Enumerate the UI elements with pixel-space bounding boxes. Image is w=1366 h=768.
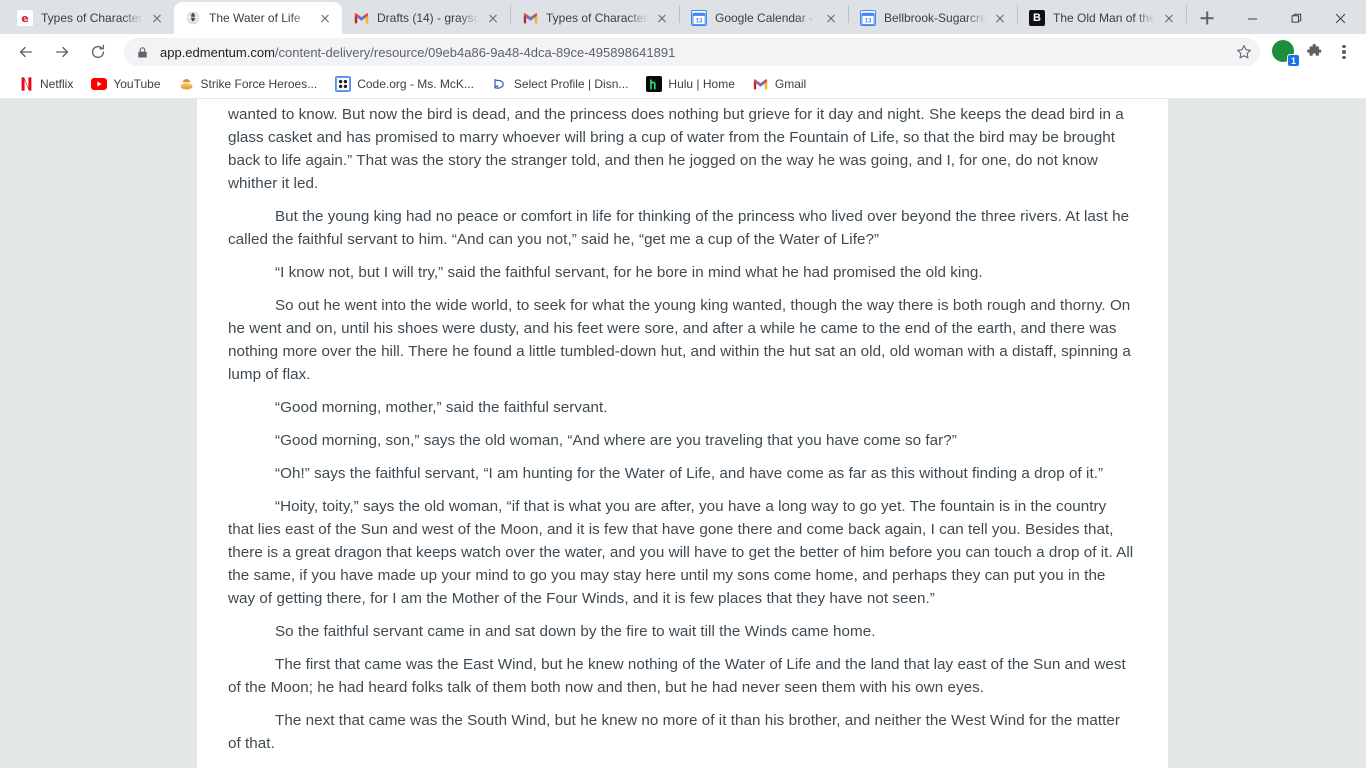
forward-arrow-icon[interactable]: [48, 38, 76, 66]
code-org-icon: [335, 76, 352, 92]
tab-title: Types of Character: [41, 11, 143, 25]
lock-icon: [136, 46, 152, 59]
back-arrow-icon[interactable]: [12, 38, 40, 66]
paragraph: But the young king had no peace or comfo…: [228, 208, 1130, 248]
bookmark-label: Netflix: [40, 77, 74, 91]
browser-tab[interactable]: Types of Character: [511, 2, 679, 34]
tab-close-icon[interactable]: [1161, 10, 1177, 26]
bookmark-label: YouTube: [113, 77, 161, 91]
paragraph: “Oh!” says the faithful servant, “I am h…: [275, 465, 1104, 482]
tab-title: Google Calendar - W: [715, 11, 817, 25]
bookmark-code-org[interactable]: Code.org - Ms. McK...: [327, 72, 482, 96]
svg-text:13: 13: [865, 17, 872, 24]
tab-separator: [1186, 4, 1187, 23]
paragraph: So the faithful servant came in and sat …: [275, 623, 876, 640]
tab-title: Bellbrook-Sugarcre: [884, 11, 986, 25]
bookmark-netflix[interactable]: Netflix: [10, 72, 81, 96]
paragraph: “Good morning, son,” says the old woman,…: [275, 432, 957, 449]
new-tab-button[interactable]: [1193, 4, 1221, 32]
minimize-icon[interactable]: [1230, 3, 1274, 33]
reload-icon[interactable]: [84, 38, 112, 66]
story-text: wanted to know. But now the bird is dead…: [197, 99, 1168, 755]
hulu-icon: [646, 76, 663, 92]
edmentum-e-icon: e: [17, 10, 33, 26]
profile-badge: 1: [1287, 54, 1300, 67]
url-host: app.edmentum.com: [160, 44, 275, 60]
bookmark-label: Code.org - Ms. McK...: [357, 77, 474, 91]
paragraph: The next that came was the South Wind, b…: [228, 712, 1120, 752]
svg-text:13: 13: [696, 17, 703, 24]
reading-content-card: wanted to know. But now the bird is dead…: [197, 99, 1168, 768]
tab-close-icon[interactable]: [317, 10, 333, 26]
puzzle-piece-icon[interactable]: [1300, 38, 1328, 66]
bookmarks-bar: Netflix YouTube Strike Force Heroes... C…: [0, 70, 1366, 99]
browser-tab[interactable]: 13 Google Calendar - W: [680, 2, 848, 34]
url-text: app.edmentum.com/content-delivery/resour…: [160, 45, 1226, 60]
bookmark-gmail[interactable]: Gmail: [745, 72, 814, 96]
bookmark-label: Select Profile | Disn...: [513, 77, 629, 91]
tab-title: The Old Man of the: [1053, 11, 1155, 25]
profile-avatar[interactable]: 1: [1272, 39, 1300, 67]
tab-close-icon[interactable]: [149, 10, 165, 26]
bookmark-hulu[interactable]: Hulu | Home: [638, 72, 742, 96]
bookmark-strike-force-heroes[interactable]: Strike Force Heroes...: [171, 72, 326, 96]
address-bar[interactable]: app.edmentum.com/content-delivery/resour…: [124, 38, 1260, 66]
browser-tab[interactable]: Drafts (14) - graysc: [342, 2, 510, 34]
url-path: /content-delivery/resource/09eb4a86-9a48…: [274, 44, 676, 60]
paragraph: “I know not, but I will try,” said the f…: [275, 264, 983, 281]
browser-tab-active[interactable]: The Water of Life: [174, 2, 342, 34]
disney-plus-icon: [492, 76, 508, 92]
star-icon[interactable]: [1234, 44, 1254, 60]
bookmark-label: Hulu | Home: [668, 77, 735, 91]
three-dot-menu-icon[interactable]: [1330, 38, 1358, 66]
bookmark-disney-plus[interactable]: Select Profile | Disn...: [484, 72, 637, 96]
close-icon[interactable]: [1318, 3, 1362, 33]
window-controls: [1230, 2, 1366, 34]
bookmark-youtube[interactable]: YouTube: [83, 72, 168, 96]
tab-close-icon[interactable]: [992, 10, 1008, 26]
youtube-icon: [91, 76, 108, 92]
tab-close-icon[interactable]: [823, 10, 839, 26]
tab-close-icon[interactable]: [654, 10, 670, 26]
browser-toolbar: app.edmentum.com/content-delivery/resour…: [0, 34, 1366, 70]
page-viewport: wanted to know. But now the bird is dead…: [0, 99, 1366, 768]
globe-icon: [185, 10, 201, 26]
gmail-icon: [753, 76, 769, 92]
netflix-icon: [18, 76, 34, 92]
strike-force-heroes-icon: [179, 76, 195, 92]
restore-icon[interactable]: [1274, 3, 1318, 33]
blackboard-b-icon: B: [1029, 10, 1045, 26]
tab-strip: e Types of Character The Water of Life D…: [0, 0, 1366, 34]
google-calendar-icon: 13: [691, 10, 707, 26]
gmail-icon: [353, 10, 369, 26]
browser-tab[interactable]: 13 Bellbrook-Sugarcre: [849, 2, 1017, 34]
tab-title: Drafts (14) - graysc: [377, 11, 479, 25]
bookmark-label: Strike Force Heroes...: [200, 77, 318, 91]
paragraph: So out he went into the wide world, to s…: [228, 297, 1131, 383]
tab-close-icon[interactable]: [485, 10, 501, 26]
browser-tab[interactable]: e Types of Character: [6, 2, 174, 34]
tab-title: The Water of Life: [209, 11, 301, 25]
paragraph: “Good morning, mother,” said the faithfu…: [275, 399, 608, 416]
paragraph: The first that came was the East Wind, b…: [228, 656, 1126, 696]
google-calendar-icon: 13: [860, 10, 876, 26]
tab-title: Types of Character: [546, 11, 648, 25]
bookmark-label: Gmail: [774, 77, 807, 91]
paragraph: “Hoity, toity,” says the old woman, “if …: [228, 498, 1134, 607]
gmail-icon: [522, 10, 538, 26]
paragraph: wanted to know. But now the bird is dead…: [228, 106, 1124, 192]
browser-tab[interactable]: B The Old Man of the: [1018, 2, 1186, 34]
